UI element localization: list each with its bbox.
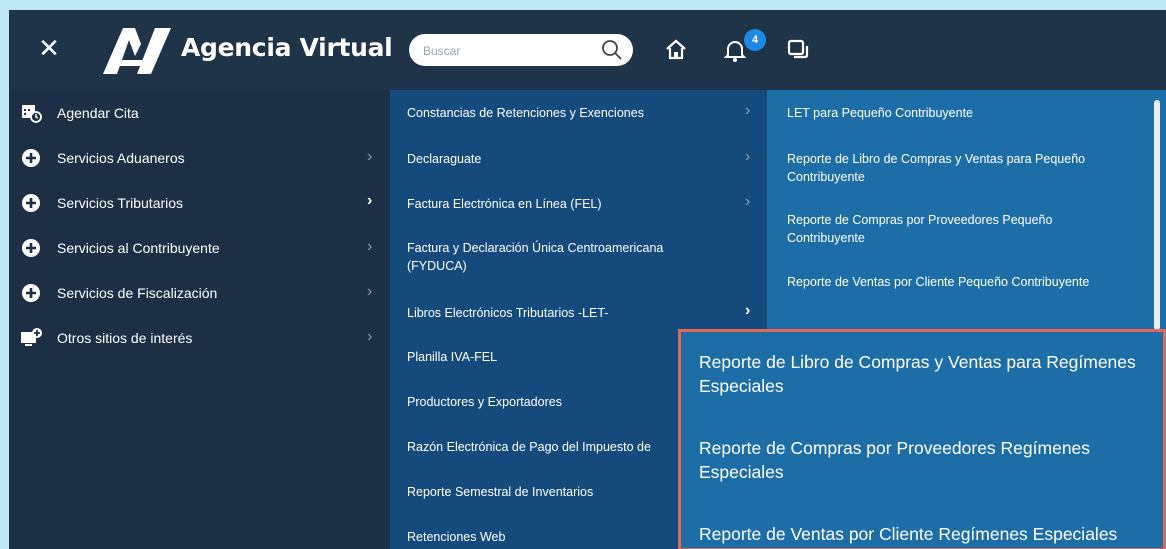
submenu-item-label: Constancias de Retenciones y Exenciones [407,106,644,120]
third-menu-item-highlighted[interactable]: Reporte de Ventas por Cliente Regímenes … [699,522,1139,546]
third-menu-item[interactable]: Reporte de Libro de Compras y Ventas par… [767,150,1166,200]
search-input[interactable] [421,40,595,62]
app-frame: ✕ Agencia Virtual 4 [9,10,1166,549]
submenu-item[interactable]: Declaraguate › [390,148,767,190]
sidebar-item-servicios-tributarios[interactable]: Servicios Tributarios › [9,182,390,227]
third-menu-item-highlighted[interactable]: Reporte de Libro de Compras y Ventas par… [699,350,1139,398]
agency-logo [103,28,171,74]
chevron-right-icon: › [367,328,373,345]
submenu-item-label: Reporte Semestral de Inventarios [407,485,594,499]
top-bar: ✕ Agencia Virtual 4 [9,10,1166,90]
third-menu-item[interactable]: LET para Pequeño Contribuyente [767,104,1166,144]
close-menu-button[interactable]: ✕ [35,34,63,62]
submenu-item-label: Retenciones Web [407,530,506,544]
sidebar-item-agendar-cita[interactable]: Agendar Cita [9,92,390,137]
chevron-right-icon: › [367,148,373,165]
sidebar-menu: Agendar Cita Servicios Aduaneros › Servi… [9,90,390,549]
submenu-item-label: Productores y Exportadores [407,395,562,409]
third-menu-item-highlighted[interactable]: Reporte de Compras por Proveedores Regím… [699,436,1139,484]
sidebar-item-label: Servicios de Fiscalización [57,285,218,301]
submenu-item-label: Libros Electrónicos Tributarios -LET- [407,306,609,320]
sidebar-item-label: Servicios Tributarios [57,195,184,211]
highlighted-items-callout: Reporte de Libro de Compras y Ventas par… [678,329,1166,549]
close-icon: ✕ [38,33,60,63]
chevron-right-icon: › [745,148,751,165]
submenu-item-label: Planilla IVA-FEL [407,350,498,364]
sidebar-item-servicios-aduaneros[interactable]: Servicios Aduaneros › [9,137,390,182]
third-menu-item-label: LET para Pequeño Contribuyente [787,106,974,120]
brand-title: Agencia Virtual [181,33,393,62]
chevron-right-icon: › [745,193,751,210]
third-menu-item-label: Reporte de Libro de Compras y Ventas par… [787,152,1086,184]
submenu-item-label: Factura y Declaración Única Centroameric… [407,241,664,273]
monitor-plus-icon [21,328,42,346]
chevron-right-icon: › [745,302,751,319]
submenu-item[interactable]: Factura y Declaración Única Centroameric… [390,239,767,283]
third-menu-item[interactable]: Reporte de Compras por Proveedores Peque… [767,211,1166,261]
submenu-item-label: Declaraguate [407,152,482,166]
notification-badge: 4 [744,29,766,51]
sidebar-item-servicios-contribuyente[interactable]: Servicios al Contribuyente › [9,227,390,272]
plus-circle-icon [22,194,40,212]
third-menu-item[interactable]: Reporte de Ventas por Cliente Pequeño Co… [767,273,1166,323]
sidebar-item-label: Servicios al Contribuyente [57,240,220,256]
search-icon[interactable] [601,39,623,61]
chevron-right-icon: › [367,192,373,209]
search-box [409,34,633,66]
sidebar-item-label: Agendar Cita [57,105,139,121]
chevron-right-icon: › [745,102,751,119]
sidebar-item-otros-sitios[interactable]: Otros sitios de interés › [9,317,390,362]
third-menu-item-label: Reporte de Compras por Proveedores Peque… [787,213,1053,245]
scrollbar[interactable] [1154,100,1160,330]
sidebar-item-label: Otros sitios de interés [57,330,193,346]
windows-icon[interactable] [785,37,811,63]
home-icon[interactable] [663,37,689,63]
plus-circle-icon [22,284,40,302]
submenu-item[interactable]: Constancias de Retenciones y Exenciones … [390,102,767,144]
third-menu-item-label: Reporte de Ventas por Cliente Pequeño Co… [787,275,1090,289]
submenu-item-label: Razón Electrónica de Pago del Impuesto d… [407,440,651,454]
plus-circle-icon [22,149,40,167]
chevron-right-icon: › [367,238,373,255]
sidebar-item-label: Servicios Aduaneros [57,150,185,166]
plus-circle-icon [22,239,40,257]
submenu-item-label: Factura Electrónica en Línea (FEL) [407,197,602,211]
calendar-clock-icon [22,105,42,123]
sidebar-item-servicios-fiscalizacion[interactable]: Servicios de Fiscalización › [9,272,390,317]
submenu-item[interactable]: Factura Electrónica en Línea (FEL) › [390,193,767,235]
chevron-right-icon: › [367,283,373,300]
